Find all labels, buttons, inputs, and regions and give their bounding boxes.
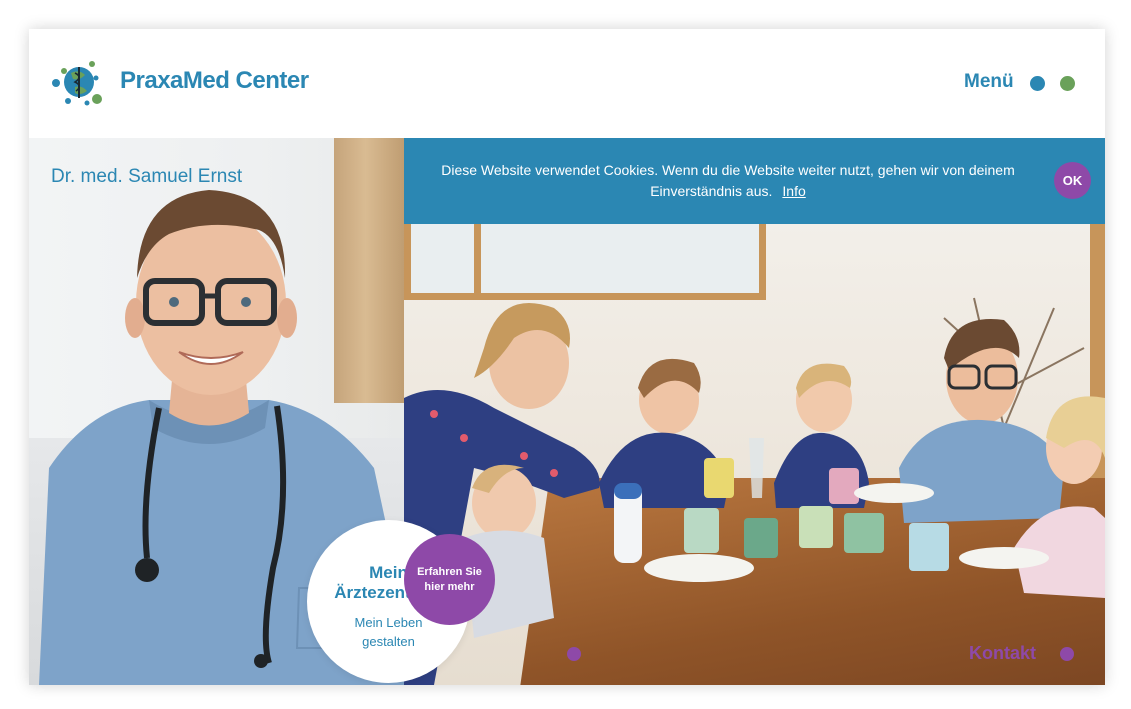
contact-dot[interactable] bbox=[1060, 647, 1074, 661]
brand-name[interactable]: PraxaMed Center bbox=[120, 67, 309, 95]
learn-more-button[interactable]: Erfahren Sie hier mehr bbox=[404, 534, 495, 625]
menu-dot-green[interactable] bbox=[1060, 76, 1075, 91]
logo-icon[interactable] bbox=[49, 55, 105, 111]
cookie-text-line1: Diese Website verwendet Cookies. Wenn du… bbox=[441, 162, 1015, 178]
cookie-ok-button[interactable]: OK bbox=[1054, 162, 1091, 199]
learn-more-line1: Erfahren Sie bbox=[417, 565, 482, 578]
learn-more-line2: hier mehr bbox=[424, 580, 475, 593]
slider-dot[interactable] bbox=[567, 647, 581, 661]
contact-link[interactable]: Kontakt bbox=[969, 643, 1036, 664]
doctor-name: Dr. med. Samuel Ernst bbox=[51, 166, 243, 187]
cookie-text-line2: Einverständnis aus. Info bbox=[418, 181, 1038, 202]
cookie-info-link[interactable]: Info bbox=[782, 183, 805, 199]
menu-button[interactable]: Menü bbox=[964, 71, 1014, 93]
menu-dot-blue[interactable] bbox=[1030, 76, 1045, 91]
site-frame: PraxaMed Center Menü Dr. med. Samuel Ern… bbox=[29, 29, 1105, 685]
site-header: PraxaMed Center Menü bbox=[29, 29, 1105, 138]
promo-subtitle-line2: gestalten bbox=[362, 634, 415, 649]
cookie-text-line2-text: Einverständnis aus. bbox=[650, 183, 773, 199]
cookie-banner: Diese Website verwendet Cookies. Wenn du… bbox=[404, 138, 1105, 224]
cookie-text: Diese Website verwendet Cookies. Wenn du… bbox=[418, 160, 1038, 202]
